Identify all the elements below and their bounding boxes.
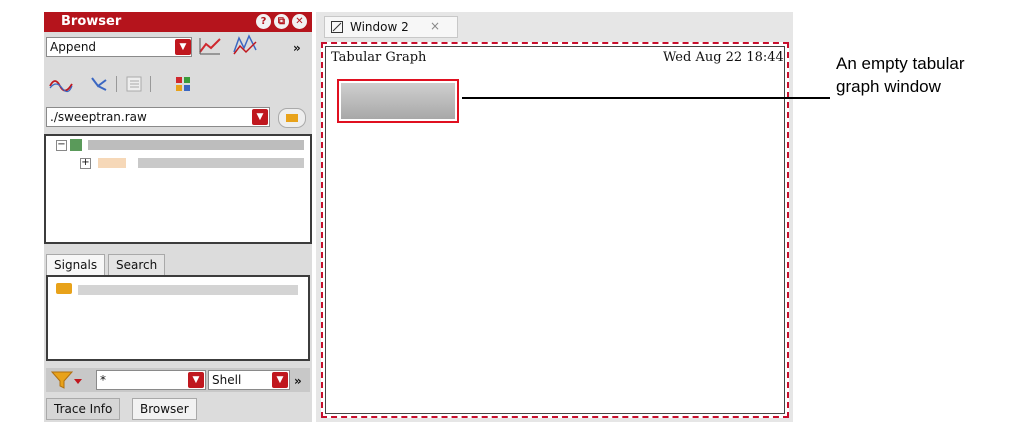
callout-line [462,97,830,99]
filter-input-value: * [100,373,106,387]
help-button[interactable]: ? [256,14,271,29]
float-button[interactable]: ⧉ [274,14,289,29]
browser-panel: Browser ? ⧉ ✕ Append ▼ » ./sweeptran.raw… [44,12,312,422]
graph-timestamp: Wed Aug 22 18:44 [663,50,784,65]
graph-title: Tabular Graph [331,50,427,65]
tree-node-label [138,158,304,168]
expand-icon[interactable]: + [80,158,91,169]
tab-label: Window 2 [350,20,409,34]
chevron-down-icon: ▼ [252,109,268,125]
tab-signals[interactable]: Signals [46,254,106,276]
file-select[interactable]: ./sweeptran.raw ▼ [46,107,270,127]
overflow-button[interactable]: » [294,374,302,388]
chevron-down-icon: ▼ [188,372,204,388]
browser-title-bar: Browser ? ⧉ ✕ [44,12,312,32]
tab-search[interactable]: Search [108,254,166,276]
tab-browser[interactable]: Browser [132,398,197,420]
multi-graph-icon[interactable] [232,34,258,61]
toolbar-divider [116,76,117,92]
append-mode-select[interactable]: Append ▼ [46,37,192,57]
signal-item-label [78,285,298,295]
filter-input[interactable]: * ▼ [96,370,206,390]
filter-icon[interactable] [50,370,84,393]
file-select-value: ./sweeptran.raw [50,110,147,124]
list-icon[interactable] [124,74,146,99]
graph-window-area: Window 2 × Tabular Graph Wed Aug 22 18:4… [316,12,793,422]
chevron-down-icon: ▼ [175,39,191,55]
signals-list[interactable] [46,275,310,361]
close-button[interactable]: ✕ [292,14,307,29]
browser-title: Browser [61,14,122,29]
callout-line-1: An empty tabular [836,54,965,73]
append-mode-value: Append [50,40,97,54]
folder-icon [286,114,298,122]
signal-tree[interactable]: − + [44,134,312,244]
callout-text: An empty tabular graph window [836,52,965,98]
toolbar-divider [150,76,151,92]
tab-trace-info[interactable]: Trace Info [46,398,121,420]
tree-root-label [88,140,304,150]
folder-icon [56,283,72,294]
tab-close-icon[interactable]: × [430,19,440,33]
open-folder-button[interactable] [278,108,306,128]
callout-line-2: graph window [836,77,941,96]
tree-node-label [98,158,126,168]
graph-window-icon [331,21,343,33]
waveform-icon[interactable] [48,74,74,99]
grid-select-icon[interactable] [174,74,196,99]
tab-window-2[interactable]: Window 2 × [324,16,458,38]
collapse-icon[interactable]: − [56,140,67,151]
overflow-button[interactable]: » [293,41,301,55]
axis-icon[interactable] [88,74,110,99]
highlight-box [337,79,459,123]
empty-table-placeholder [341,83,455,119]
shell-select-value: Shell [212,373,242,387]
line-graph-icon[interactable] [198,36,222,61]
shell-select[interactable]: Shell ▼ [208,370,290,390]
chevron-down-icon: ▼ [272,372,288,388]
file-icon [70,139,82,151]
